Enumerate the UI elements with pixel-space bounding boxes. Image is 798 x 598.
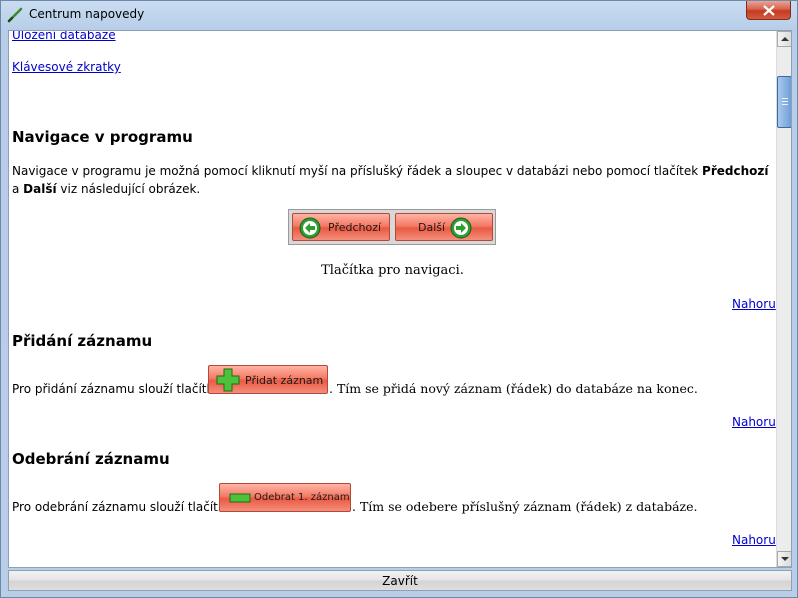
navigation-text-and: a [12, 182, 24, 196]
arrow-up-icon [781, 37, 789, 41]
remove-record-button-label: Odebrat 1. záznam [254, 492, 350, 503]
arrow-left-icon [299, 217, 321, 239]
help-window: Centrum napovedy Uložení databáze Kláves… [0, 0, 798, 598]
vertical-scrollbar[interactable] [776, 31, 791, 567]
add-record-text-after: . Tím se přidá nový záznam (řádek) do da… [329, 381, 698, 396]
scroll-down-button[interactable] [777, 551, 791, 567]
next-button-image: Další [395, 213, 493, 241]
help-document[interactable]: Uložení databáze Klávesové zkratky Navig… [9, 31, 776, 567]
heading-add-record: Přidání záznamu [12, 332, 153, 350]
remove-record-text-before: Pro odebrání záznamu slouží tlačítko [12, 500, 232, 514]
close-icon [763, 5, 775, 16]
add-record-button-image: Přidat záznam [208, 365, 328, 394]
link-database-save[interactable]: Uložení databáze [12, 31, 116, 42]
link-keyboard-shortcuts[interactable]: Klávesové zkratky [12, 60, 121, 74]
minus-icon [229, 493, 251, 503]
link-top-3[interactable]: Nahoru [732, 533, 776, 547]
navigation-buttons-image: Předchozí Další [288, 209, 496, 245]
arrow-right-icon [450, 217, 472, 239]
heading-navigation: Navigace v programu [12, 128, 193, 146]
thumb-grip-line [782, 101, 788, 102]
thumb-grip-line [782, 104, 788, 105]
arrow-down-icon [781, 557, 789, 561]
next-button-label: Další [418, 221, 446, 234]
navigation-bold-prev: Předchozí [702, 164, 769, 178]
close-button[interactable]: Zavřít [8, 570, 792, 591]
navigation-text-before: Navigace v programu je možná pomocí klik… [12, 164, 703, 178]
pen-icon [7, 7, 23, 23]
navigation-description: Navigace v programu je možná pomocí klik… [12, 162, 774, 198]
previous-button-image: Předchozí [292, 213, 390, 241]
remove-record-text-after: . Tím se odebere příslušný záznam (řádek… [352, 499, 698, 514]
navigation-text-after: viz následující obrázek. [56, 182, 201, 196]
link-top-2[interactable]: Nahoru [732, 415, 776, 429]
add-record-text-before: Pro přidání záznamu slouží tlačítko [12, 382, 221, 396]
help-content-panel: Uložení databáze Klávesové zkratky Navig… [8, 30, 792, 568]
close-window-button[interactable] [746, 1, 791, 20]
remove-record-button-image: Odebrat 1. záznam [219, 483, 351, 512]
link-top-1[interactable]: Nahoru [732, 297, 776, 311]
previous-button-label: Předchozí [328, 221, 382, 234]
navigation-caption: Tlačítka pro navigaci. [321, 263, 464, 278]
title-bar[interactable]: Centrum napovedy [1, 1, 797, 29]
thumb-grip-line [782, 98, 788, 99]
close-button-label: Zavřít [382, 574, 418, 588]
plus-icon [216, 368, 240, 392]
window-title: Centrum napovedy [29, 7, 145, 21]
heading-remove-record: Odebrání záznamu [12, 450, 170, 468]
scrollbar-thumb[interactable] [777, 76, 791, 128]
scroll-up-button[interactable] [777, 31, 791, 47]
navigation-bold-next: Další [23, 182, 57, 196]
add-record-button-label: Přidat záznam [245, 374, 324, 387]
